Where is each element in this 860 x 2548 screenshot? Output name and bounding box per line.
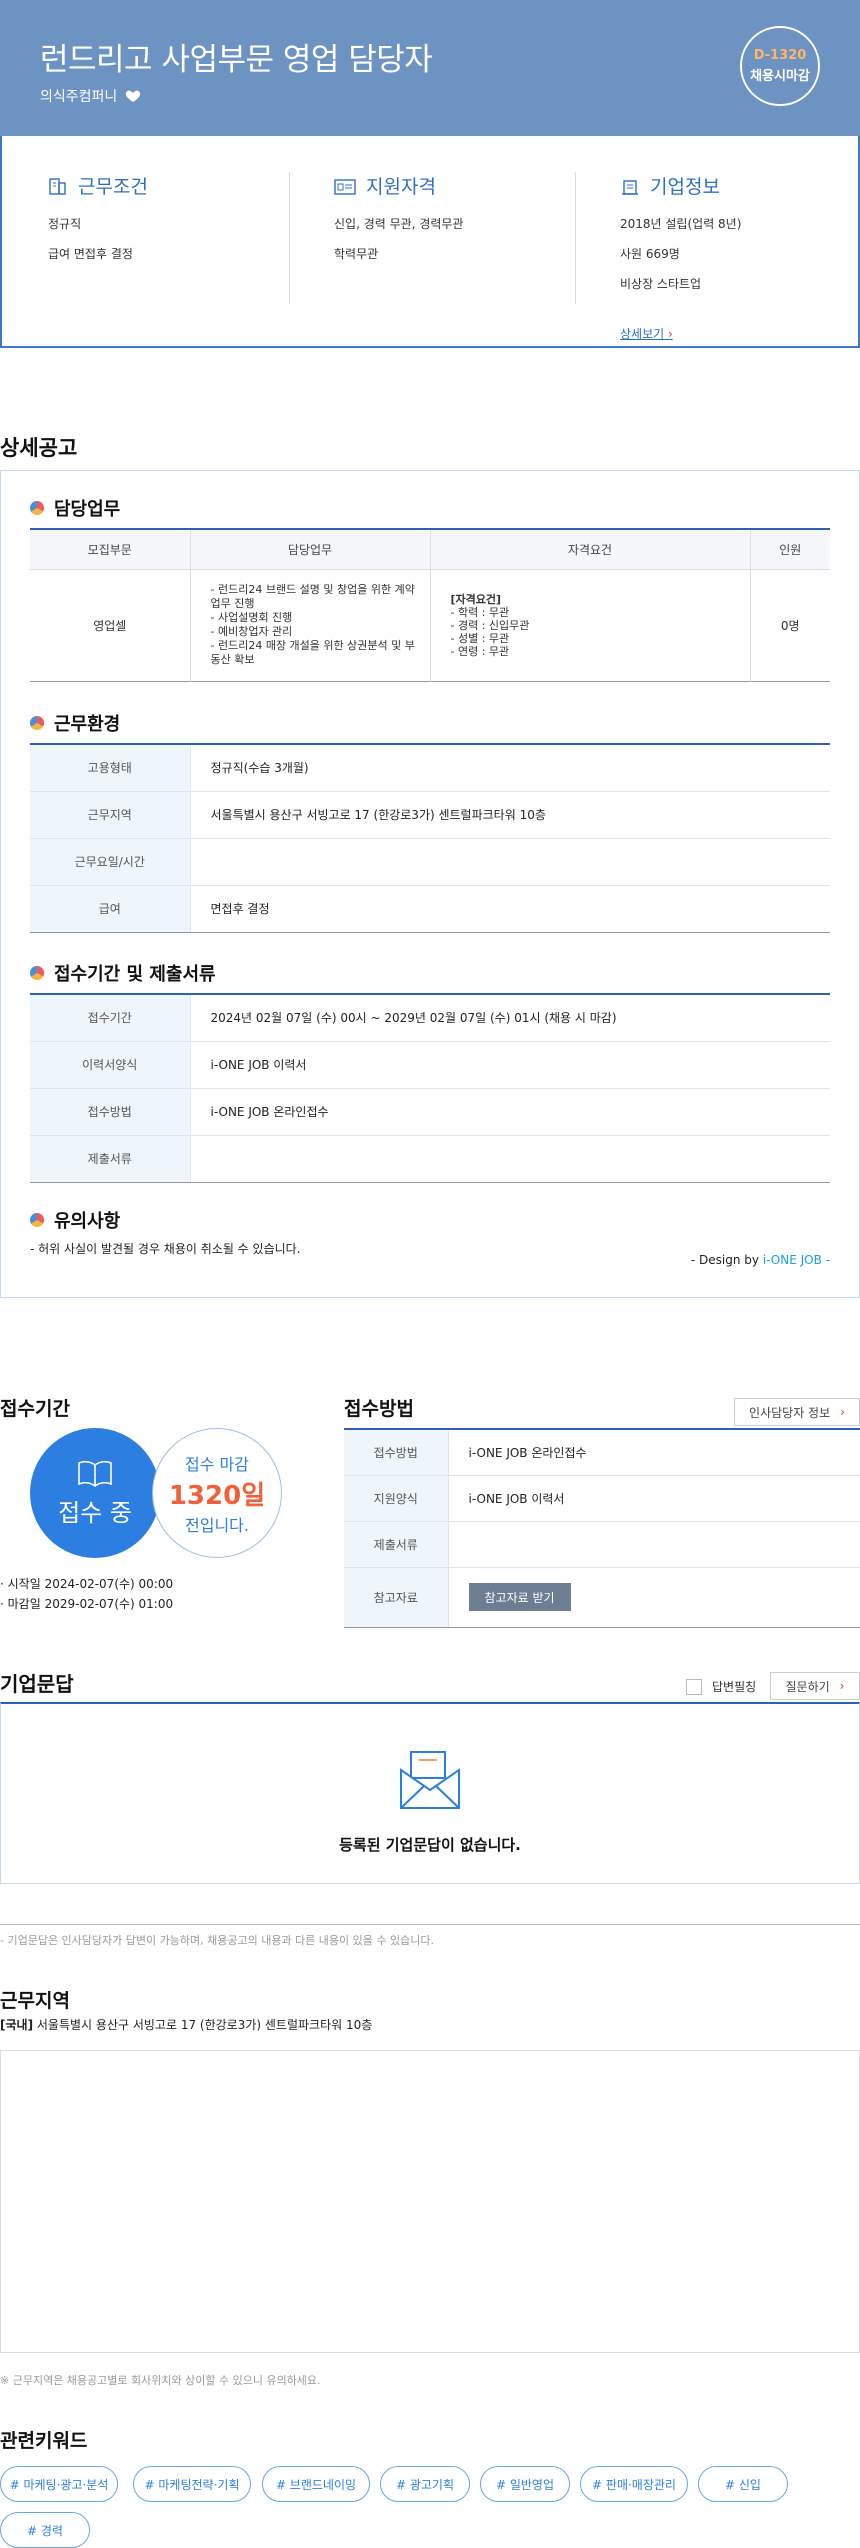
id-card-icon — [334, 178, 356, 195]
end-date: · 마감일 2029-02-07(수) 01:00 — [0, 1597, 174, 1611]
col-task: 담당업무 — [190, 529, 431, 570]
envelope-icon — [400, 1751, 460, 1809]
chevron-right-icon: › — [839, 1679, 845, 1693]
period-dates: · 시작일 2024-02-07(수) 00:00 · 마감일 2029-02-… — [0, 1574, 173, 1614]
qualifications-title: 지원자격 — [366, 176, 436, 198]
dday-badge: D-1320 채용시마감 — [740, 26, 820, 106]
job-header: 런드리고 사업부문 영업 담당자 의식주컴퍼니 D-1320 채용시마감 — [0, 0, 860, 138]
keyword-tag[interactable]: # 광고기획 — [380, 2466, 470, 2502]
keyword-tag[interactable]: # 판매·매장관리 — [580, 2466, 688, 2502]
duty-dept: 영업셀 — [30, 569, 191, 681]
col-count: 인원 — [750, 529, 830, 570]
qa-title: 기업문답 — [0, 1672, 74, 1696]
divider — [575, 172, 576, 304]
design-credit: - Design by i-ONE JOB - — [690, 1253, 830, 1267]
answered-only-checkbox[interactable]: 답변필칭 — [686, 1678, 756, 1695]
location-title: 근무지역 — [0, 1990, 70, 2012]
location-note: ※ 근무지역은 채용공고별로 회사위치와 상이할 수 있으니 유의하세요. — [0, 2374, 321, 2387]
deadline-circle: 접수 마감 1320일 전입니다. — [152, 1428, 282, 1558]
qualifications: 지원자격 신입, 경력 무관, 경력무관 학력무관 — [334, 172, 574, 275]
qual-education: 학력무관 — [334, 247, 379, 261]
keyword-tag[interactable]: # 일반영업 — [480, 2466, 570, 2502]
bullet-icon — [30, 501, 44, 515]
chevron-right-icon: › — [668, 327, 673, 341]
start-date: · 시작일 2024-02-07(수) 00:00 — [0, 1577, 174, 1591]
deadline-label: 접수 마감 — [185, 1454, 249, 1474]
summary-panel: 근무조건 정규직 급여 면접후 결정 지원자격 신입, 경력 무관, 경력무관 … — [0, 136, 860, 348]
notice-heading: 유의사항 — [30, 1207, 120, 1233]
qa-panel — [0, 1702, 860, 1884]
hr-contact-button[interactable]: 인사담당자 정보 › — [734, 1398, 860, 1426]
notice-text: - 허위 사실이 발견될 경우 채용이 취소될 수 있습니다. — [30, 1242, 301, 1256]
apply-table: 접수기간 2024년 02월 07일 (수) 00시 ~ 2029년 02월 07… — [30, 993, 830, 1183]
book-icon — [78, 1460, 112, 1487]
qual-experience: 신입, 경력 무관, 경력무관 — [334, 217, 464, 231]
period-title: 접수기간 — [0, 1398, 70, 1420]
method-title: 접수방법 — [344, 1398, 414, 1420]
company-employees: 사원 669명 — [620, 247, 680, 261]
company-info: 기업정보 2018년 설립(업력 8년) 사원 669명 비상장 스타트업 상세… — [620, 172, 860, 342]
keywords-title: 관련키워드 — [0, 2430, 88, 2452]
keyword-tag[interactable]: # 마케팅·광고·분석 — [0, 2466, 118, 2502]
location-address: [국내] 서울특별시 용산구 서빙고로 17 (한강로3가) 센트럴파크타워 1… — [0, 2018, 373, 2032]
company-type: 비상장 스타트업 — [620, 277, 702, 291]
company-name-label: 의식주컴퍼니 — [40, 89, 118, 105]
status-label: 접수 중 — [58, 1498, 132, 1527]
company-detail-link[interactable]: 상세보기 › — [620, 325, 673, 342]
keyword-tag[interactable]: # 신입 — [698, 2466, 788, 2502]
dday-count: D-1320 — [753, 48, 807, 63]
method-table: 접수방법 i-ONE JOB 온라인접수 지원양식 i-ONE JOB 이력서 제출… — [344, 1428, 860, 1628]
col-dept: 모집부문 — [30, 529, 191, 570]
office-icon — [622, 179, 638, 195]
duty-requirements: [자격요건] - 학력 : 무관 - 경력 : 신입무관 - 성별 : 무관 -… — [430, 569, 751, 681]
qa-empty-message: 등록된 기업문답이 없습니다. — [339, 1836, 521, 1854]
chevron-right-icon: › — [840, 1405, 845, 1419]
duty-heading: 담당업무 — [30, 495, 120, 521]
detail-heading: 상세공고 — [0, 436, 78, 460]
duty-table: 모집부문 담당업무 자격요건 인원 영업셀 - 런드리24 브랜드 설명 및 창… — [30, 528, 830, 682]
duty-count: 0명 — [780, 618, 800, 633]
days-left: 1320일 — [168, 1480, 266, 1511]
dday-label: 채용시마감 — [750, 69, 810, 84]
checkbox-icon[interactable] — [686, 1678, 702, 1695]
duty-tasks: - 런드리24 브랜드 설명 및 창업을 위한 계약업무 진행 - 사업설명회 … — [190, 569, 431, 681]
map-area[interactable] — [0, 2050, 860, 2353]
bullet-icon — [30, 1213, 44, 1227]
keyword-tag[interactable]: # 경력 — [0, 2512, 90, 2548]
keyword-tag[interactable]: # 마케팅전략·기획 — [133, 2466, 251, 2502]
heart-icon[interactable] — [125, 88, 141, 104]
qa-note: - 기업문답은 인사담당자가 답변이 가능하며, 채용공고의 내용과 다른 내용… — [0, 1934, 434, 1947]
company-name[interactable]: 의식주컴퍼니 — [40, 86, 141, 106]
work-salary: 급여 면접후 결정 — [48, 247, 133, 261]
ask-question-button[interactable]: 질문하기 › — [770, 1672, 860, 1700]
keyword-tag[interactable]: # 브랜드네이밍 — [262, 2466, 370, 2502]
divider — [289, 172, 290, 304]
divider — [0, 1924, 860, 1925]
building-icon — [49, 177, 66, 195]
work-conditions-title: 근무조건 — [78, 176, 148, 198]
work-conditions: 근무조건 정규직 급여 면접후 결정 — [48, 172, 288, 275]
env-table: 고용형태 정규직(수습 3개월) 근무지역 서울특별시 용산구 서빙고로 17 (한… — [30, 743, 830, 933]
status-circle: 접수 중 — [30, 1428, 160, 1558]
days-suffix: 전입니다. — [185, 1515, 249, 1535]
bullet-icon — [30, 716, 44, 730]
work-type: 정규직 — [48, 217, 82, 231]
job-title: 런드리고 사업부문 영업 담당자 — [40, 42, 433, 78]
company-founded: 2018년 설립(업력 8년) — [620, 217, 742, 231]
company-info-title: 기업정보 — [650, 176, 720, 198]
env-heading: 근무환경 — [30, 710, 120, 736]
apply-heading: 접수기간 및 제출서류 — [30, 960, 216, 986]
bullet-icon — [30, 966, 44, 980]
col-req: 자격요건 — [430, 529, 751, 570]
download-reference-button[interactable]: 참고자료 받기 — [468, 1583, 571, 1611]
